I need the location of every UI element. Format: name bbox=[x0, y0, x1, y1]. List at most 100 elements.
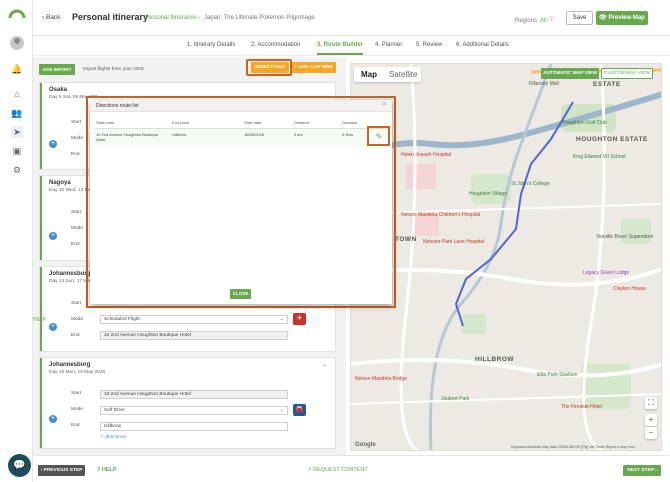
next-step-label: NEXT STEP bbox=[627, 468, 654, 473]
avatar[interactable] bbox=[10, 36, 24, 50]
breadcrumb-itineraries[interactable]: Personal Itineraries bbox=[145, 15, 197, 21]
mode-value: Self Drive bbox=[104, 408, 125, 413]
map-attribution: Keyboard shortcuts Map data ©2026 AfriGI… bbox=[511, 445, 636, 449]
tab-itinerary-details[interactable]: 1. Itinerary Details bbox=[187, 42, 235, 48]
airplane-icon[interactable]: ✈ bbox=[293, 313, 306, 325]
edit-highlight bbox=[367, 126, 390, 146]
map-label: The Fireside Hotel bbox=[561, 404, 602, 410]
map-label: King Edward VII School bbox=[573, 154, 626, 160]
modal-title: Directions route list bbox=[96, 103, 139, 109]
tab-review[interactable]: 5. Review bbox=[416, 42, 442, 48]
cell-start: 10 2nd Avenue Houghton Boutique Hotel bbox=[94, 128, 170, 145]
page-title: Personal itinerary bbox=[72, 12, 149, 22]
map-label: HILLBROW bbox=[475, 356, 515, 363]
mode-value: Scheduled Flight bbox=[104, 317, 140, 322]
regions-value: All bbox=[540, 18, 547, 24]
column-header: End point bbox=[170, 118, 242, 129]
left-sidebar: 🔔 ⌂ 👥 ➤ ▣ ⚙ bbox=[0, 0, 33, 482]
chevron-up-icon[interactable]: ⌃ bbox=[322, 364, 327, 371]
directions-highlight bbox=[246, 59, 292, 76]
mode-label: Mode bbox=[71, 407, 83, 412]
day-city: Nagoya bbox=[49, 180, 71, 186]
help-tab[interactable]: HELP bbox=[33, 317, 46, 323]
google-logo: Google bbox=[355, 442, 376, 448]
fullscreen-icon[interactable]: ⛶ bbox=[645, 397, 657, 409]
map-label: Houghton Village bbox=[469, 191, 507, 197]
column-header: Start date bbox=[242, 118, 292, 129]
start-label: Start bbox=[71, 120, 82, 125]
end-field[interactable]: Hillbrow bbox=[100, 422, 288, 431]
end-label: End bbox=[71, 242, 80, 247]
preview-map-button[interactable]: 👁 Preview Map bbox=[596, 11, 648, 25]
add-car-hire-button[interactable]: + ADD CAR HIRE bbox=[291, 62, 336, 73]
mode-label: Mode bbox=[71, 226, 83, 231]
gear-icon[interactable]: ⚙ bbox=[11, 164, 23, 176]
mode-select[interactable]: Scheduled Flight ⌄ bbox=[100, 315, 288, 324]
directions-route-list-modal: Directions route list × Start point End … bbox=[90, 100, 392, 304]
zoom-in-icon[interactable]: + bbox=[645, 414, 657, 426]
end-field[interactable]: 10 2nd Avenue Houghton Boutique Hotel bbox=[100, 331, 288, 340]
breadcrumb-separator: › bbox=[198, 15, 200, 21]
directions-link-label: directions bbox=[105, 435, 126, 440]
map-label: Yeoville Boxer Superstore bbox=[596, 234, 654, 240]
mode-select[interactable]: Self Drive ⌄ bbox=[100, 406, 288, 415]
app-logo-icon[interactable] bbox=[8, 8, 26, 18]
car-icon[interactable]: 🚘 bbox=[293, 404, 306, 416]
tab-route-builder[interactable]: 3. Route Builder bbox=[317, 42, 364, 55]
map-label: Nelson Mandela Bridge bbox=[355, 376, 407, 382]
next-step-button[interactable]: NEXT STEP › bbox=[623, 465, 661, 476]
directions-link[interactable]: ✓ directions bbox=[100, 435, 126, 440]
back-label: Back bbox=[45, 14, 61, 21]
table-row: 10 2nd Avenue Houghton Boutique Hotel Hi… bbox=[94, 128, 388, 145]
automatic-map-view-button[interactable]: AUTOMATIC MAP VIEW bbox=[541, 68, 599, 79]
navigation-icon[interactable]: ➤ bbox=[11, 126, 23, 138]
end-label: End bbox=[71, 423, 80, 428]
tab-additional-details[interactable]: 6. Additional Details bbox=[456, 42, 509, 48]
map-label: Killarney Mall bbox=[529, 81, 559, 87]
table-header-row: Start point End point Start date Distanc… bbox=[94, 118, 388, 129]
chat-icon[interactable]: 💬 bbox=[8, 454, 31, 477]
tab-accommodation[interactable]: 2. Accommodation bbox=[251, 42, 300, 48]
mode-label: Mode bbox=[71, 317, 83, 322]
save-button[interactable]: Save bbox=[566, 11, 593, 25]
add-leg-button[interactable]: + bbox=[49, 323, 57, 331]
start-field[interactable]: 10 2nd Avenue Houghton Boutique Hotel bbox=[100, 390, 288, 399]
custom-map-view-button[interactable]: CUSTOM MAP VIEW bbox=[601, 68, 653, 79]
start-label: Start bbox=[71, 301, 82, 306]
zoom-out-icon[interactable]: − bbox=[645, 427, 657, 439]
mode-label: Mode bbox=[71, 136, 83, 141]
bell-icon[interactable]: 🔔 bbox=[11, 63, 23, 75]
day-card-johannesburg-2: Johannesburg Day 15 Mon, 18 May 2026 ⌃ S… bbox=[39, 357, 336, 449]
help-button[interactable]: ? HELP bbox=[97, 467, 117, 473]
cell-end: Hillbrow bbox=[170, 128, 242, 145]
tab-planner[interactable]: 4. Planner bbox=[375, 42, 402, 48]
previous-step-button[interactable]: ‹ PREVIOUS STEP bbox=[38, 465, 85, 476]
map-label: Houghton Golf Club bbox=[563, 120, 607, 126]
back-button[interactable]: ‹ Back bbox=[42, 14, 60, 21]
map-label: HOUGHTON ESTATE bbox=[576, 136, 648, 143]
map-label: Clayton House bbox=[613, 286, 646, 292]
add-leg-button[interactable]: + bbox=[49, 415, 57, 423]
home-icon[interactable]: ⌂ bbox=[11, 88, 23, 100]
tab-map[interactable]: Map bbox=[361, 70, 377, 79]
day-city: Johannesburg bbox=[49, 271, 91, 277]
regions-selector[interactable]: Regions: All ⓘ bbox=[515, 15, 554, 24]
gds-import-button[interactable]: GDS IMPORT bbox=[39, 64, 75, 75]
close-modal-button[interactable]: CLOSE bbox=[230, 289, 251, 299]
modal-header: Directions route list × bbox=[90, 100, 392, 112]
chevron-down-icon: ⌄ bbox=[279, 407, 284, 413]
close-icon[interactable]: × bbox=[382, 102, 386, 108]
map-label: TOWN bbox=[395, 236, 417, 243]
cell-distance: 3 km bbox=[292, 128, 340, 145]
map-label: Netcare Park Lane Hospital bbox=[423, 239, 485, 245]
users-icon[interactable]: 👥 bbox=[11, 107, 23, 119]
gds-import-text: Import flights from your GDS bbox=[83, 67, 144, 72]
request-content-button[interactable]: ↗ REQUEST CONTENT bbox=[307, 467, 368, 473]
map-view[interactable]: Map Satellite AUTOMATIC MAP VIEW CUSTOM … bbox=[350, 63, 662, 451]
tab-satellite[interactable]: Satellite bbox=[389, 70, 417, 79]
help-label: HELP bbox=[101, 467, 117, 473]
add-leg-button[interactable]: + bbox=[49, 140, 57, 148]
add-leg-button[interactable]: + bbox=[49, 232, 57, 240]
image-icon[interactable]: ▣ bbox=[11, 145, 23, 157]
previous-step-label: PREVIOUS STEP bbox=[43, 468, 83, 473]
